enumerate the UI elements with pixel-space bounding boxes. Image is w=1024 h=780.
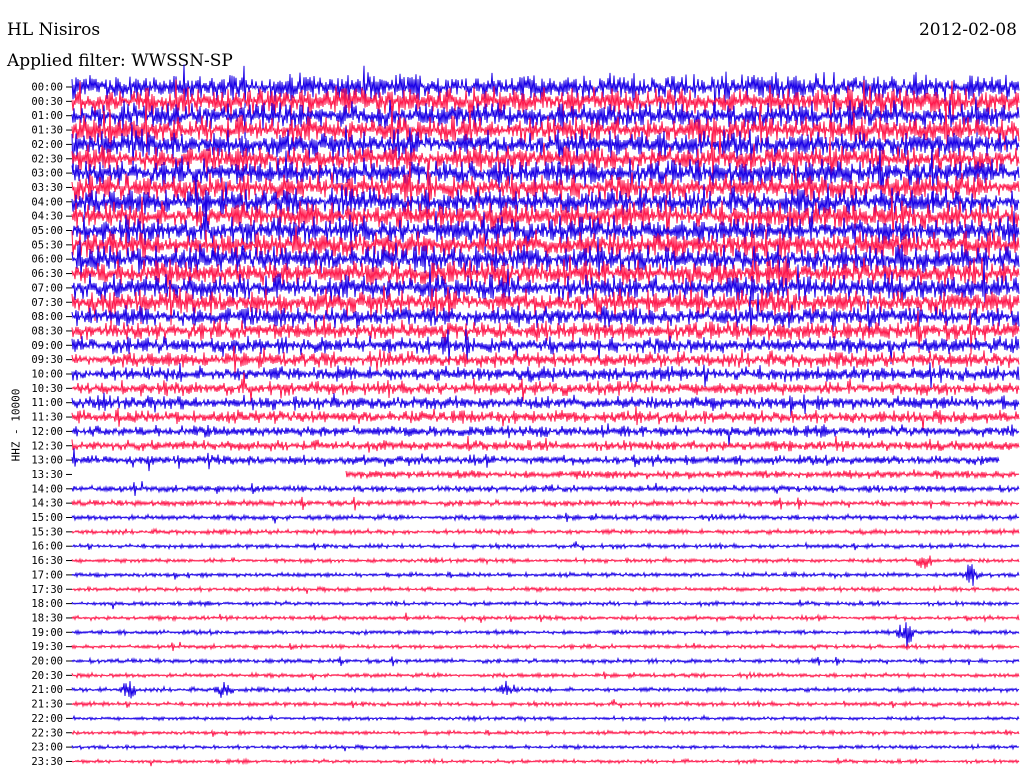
seismic-trace-1700 [71, 564, 1020, 586]
seismic-trace-1930 [71, 641, 1020, 652]
tick-label: 09:00 [31, 340, 63, 352]
tick-label: 01:00 [31, 110, 63, 122]
tick-label: 06:30 [31, 268, 63, 280]
seismic-trace-2200 [71, 714, 1020, 723]
seismic-trace-2030 [71, 670, 1020, 681]
tick-label: 21:30 [31, 699, 63, 711]
tick-label: 14:00 [31, 483, 63, 495]
tick-label: 15:00 [31, 512, 63, 524]
tick-label: 03:00 [31, 168, 63, 180]
seismic-trace-1800 [71, 599, 1020, 610]
tick-label: 10:30 [31, 383, 63, 395]
tick-label: 20:00 [31, 656, 63, 668]
seismic-trace-1530 [71, 527, 1020, 537]
seismic-trace-1230 [71, 435, 1020, 453]
seismic-trace-1630 [71, 555, 1020, 569]
seismic-trace-2130 [71, 699, 1020, 709]
tick-label: 04:00 [31, 196, 63, 208]
tick-label: 05:00 [31, 225, 63, 237]
tick-label: 13:00 [31, 455, 63, 467]
tick-label: 23:30 [31, 756, 63, 768]
tick-label: 21:00 [31, 684, 63, 696]
tick-label: 15:30 [31, 526, 63, 538]
tick-label: 09:30 [31, 354, 63, 366]
tick-label: 03:30 [31, 182, 63, 194]
tick-label: 08:00 [31, 311, 63, 323]
seismic-trace-1000 [71, 362, 1020, 388]
seismic-trace-2330 [71, 757, 1020, 767]
tick-label: 02:00 [31, 139, 63, 151]
seismic-trace-2100 [71, 680, 1020, 699]
tick-label: 06:00 [31, 254, 63, 266]
tick-label: 22:00 [31, 713, 63, 725]
tick-label: 11:00 [31, 397, 63, 409]
tick-label: 04:30 [31, 211, 63, 223]
tick-label: 20:30 [31, 670, 63, 682]
helicorder-plot: 00:00 00:30 01:00 01:30 02:00 02:30 03:00 03:30… [31, 64, 1020, 768]
tick-label: 14:30 [31, 498, 63, 510]
tick-label: 16:00 [31, 541, 63, 553]
tick-label: 12:30 [31, 440, 63, 452]
seismic-trace-1500 [71, 512, 1020, 524]
seismic-trace-1430 [71, 496, 1020, 511]
tick-label: 07:30 [31, 297, 63, 309]
tick-label: 08:30 [31, 325, 63, 337]
seismic-trace-1730 [71, 584, 1020, 594]
tick-label: 00:30 [31, 96, 63, 108]
tick-label: 17:00 [31, 569, 63, 581]
seismic-trace-2230 [71, 728, 1020, 738]
seismic-trace-1300 [71, 448, 1000, 472]
seismic-trace-1830 [71, 612, 1020, 623]
tick-label: 00:00 [31, 82, 63, 94]
tick-label: 16:30 [31, 555, 63, 567]
seismic-trace-1600 [71, 541, 1020, 551]
tick-label: 01:30 [31, 125, 63, 137]
tick-label: 10:00 [31, 369, 63, 381]
tick-label: 02:30 [31, 153, 63, 165]
tick-label: 22:30 [31, 727, 63, 739]
seismic-trace-1330 [345, 469, 1020, 480]
tick-label: 18:00 [31, 598, 63, 610]
tick-label: 13:30 [31, 469, 63, 481]
tick-label: 18:30 [31, 612, 63, 624]
seismic-trace-2300 [71, 742, 1020, 752]
tick-label: 12:00 [31, 426, 63, 438]
tick-label: 19:30 [31, 641, 63, 653]
tick-label: 05:30 [31, 239, 63, 251]
tick-label: 17:30 [31, 584, 63, 596]
seismic-trace-2000 [71, 656, 1020, 667]
tick-label: 23:00 [31, 742, 63, 754]
tick-label: 11:30 [31, 412, 63, 424]
tick-label: 07:00 [31, 282, 63, 294]
seismic-trace-1400 [71, 481, 1020, 496]
tick-label: 19:00 [31, 627, 63, 639]
